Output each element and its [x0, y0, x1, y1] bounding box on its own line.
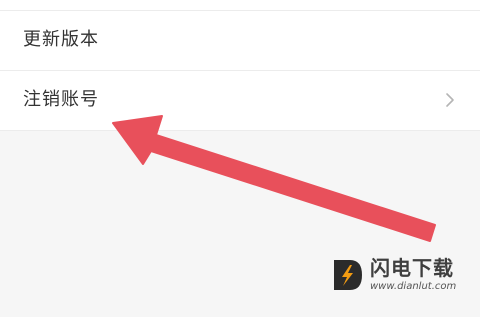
row-label-deactivate-account: 注销账号: [23, 89, 99, 110]
watermark-title: 闪电下载: [370, 256, 454, 280]
settings-row-deactivate-account[interactable]: 注销账号: [0, 71, 480, 130]
settings-screen: 更新版本 注销账号 闪电下载 www.dianlut.com: [0, 0, 480, 317]
watermark-url: www.dianlut.com: [370, 281, 457, 292]
watermark: 闪电下载 www.dianlut.com: [330, 256, 475, 298]
lightning-logo-icon: [334, 260, 362, 290]
row-label-update-version: 更新版本: [23, 29, 99, 50]
chevron-right-icon: [446, 93, 454, 107]
previous-row-remnant: [0, 0, 480, 10]
divider: [0, 130, 480, 131]
settings-row-update-version[interactable]: 更新版本: [0, 11, 480, 70]
